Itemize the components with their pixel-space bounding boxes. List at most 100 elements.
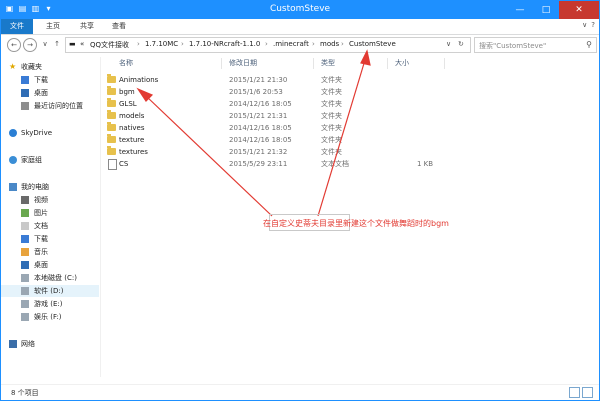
- column-divider[interactable]: [221, 58, 222, 69]
- chevron-right-icon[interactable]: ›: [341, 40, 344, 48]
- title-bar: ▣ ▤ ▥ ▾ CustomSteve — □ ✕: [1, 1, 599, 19]
- nav-drive-c[interactable]: 本地磁盘 (C:): [1, 272, 99, 284]
- nav-label: 音乐: [34, 248, 48, 256]
- breadcrumb-overflow[interactable]: «: [80, 40, 84, 48]
- nav-network[interactable]: 网络: [1, 338, 99, 350]
- nav-downloads[interactable]: 下载: [1, 74, 99, 86]
- column-header-type[interactable]: 类型: [321, 57, 335, 70]
- breadcrumb[interactable]: 1.7.10-NRcraft-1.1.0: [189, 40, 260, 48]
- file-modified: 2014/12/16 18:05: [229, 124, 292, 132]
- column-header-modified[interactable]: 修改日期: [229, 57, 257, 70]
- tab-home[interactable]: 主页: [39, 19, 67, 34]
- nav-drive-d[interactable]: 软件 (D:): [1, 285, 99, 297]
- up-button[interactable]: ↑: [51, 38, 63, 50]
- address-bar[interactable]: ▬ « QQ文件接收 › 1.7.10MC › 1.7.10-NRcraft-1…: [65, 37, 471, 53]
- downloads-icon: [21, 235, 29, 243]
- file-name: natives: [119, 124, 145, 132]
- documents-icon: [21, 222, 29, 230]
- chevron-right-icon[interactable]: ›: [265, 40, 268, 48]
- pictures-icon: [21, 209, 29, 217]
- nav-pictures[interactable]: 图片: [1, 207, 99, 219]
- nav-recent-places[interactable]: 最近访问的位置: [1, 100, 99, 112]
- nav-label: 最近访问的位置: [34, 102, 83, 110]
- refresh-icon[interactable]: ↻: [458, 40, 464, 48]
- breadcrumb-current[interactable]: CustomSteve: [349, 40, 396, 48]
- chevron-down-icon[interactable]: ∨: [446, 40, 451, 48]
- nav-desktop-pc[interactable]: 桌面: [1, 259, 99, 271]
- nav-music[interactable]: 音乐: [1, 246, 99, 258]
- network-icon: [9, 340, 17, 348]
- file-modified: 2015/1/21 21:31: [229, 112, 288, 120]
- forward-button[interactable]: →: [23, 38, 37, 52]
- nav-label: 网络: [21, 340, 35, 348]
- nav-drive-e[interactable]: 游戏 (E:): [1, 298, 99, 310]
- file-name: texture: [119, 136, 145, 144]
- window-controls: — □ ✕: [507, 1, 599, 19]
- nav-videos[interactable]: 视频: [1, 194, 99, 206]
- search-icon[interactable]: ⚲: [586, 40, 592, 49]
- search-input[interactable]: 搜索"CustomSteve": [479, 41, 546, 51]
- tab-view[interactable]: 查看: [105, 19, 133, 34]
- file-name: models: [119, 112, 145, 120]
- recent-places-icon: [21, 102, 29, 110]
- folder-icon: [107, 74, 116, 83]
- chevron-right-icon[interactable]: ›: [312, 40, 315, 48]
- help-icon[interactable]: ?: [591, 21, 595, 29]
- star-icon: ★: [9, 62, 17, 71]
- folder-icon: [107, 134, 116, 143]
- file-row[interactable]: textures 2015/1/21 21:32 文件夹: [101, 146, 597, 158]
- maximize-button[interactable]: □: [533, 1, 559, 19]
- minimize-button[interactable]: —: [507, 1, 533, 19]
- file-row[interactable]: natives 2014/12/16 18:05 文件夹: [101, 122, 597, 134]
- file-row[interactable]: models 2015/1/21 21:31 文件夹: [101, 110, 597, 122]
- breadcrumb[interactable]: mods: [320, 40, 339, 48]
- nav-label: 视频: [34, 196, 48, 204]
- nav-skydrive[interactable]: SkyDrive: [1, 127, 99, 139]
- file-type: 文件夹: [321, 124, 342, 132]
- large-icons-view-icon[interactable]: [582, 387, 593, 398]
- back-button[interactable]: ←: [7, 38, 21, 52]
- column-divider[interactable]: [444, 58, 445, 69]
- chevron-right-icon[interactable]: ›: [137, 40, 140, 48]
- nav-desktop[interactable]: 桌面: [1, 87, 99, 99]
- tab-share[interactable]: 共享: [73, 19, 101, 34]
- nav-homegroup[interactable]: 家庭组: [1, 154, 99, 166]
- column-divider[interactable]: [387, 58, 388, 69]
- chevron-right-icon[interactable]: ›: [181, 40, 184, 48]
- tab-file[interactable]: 文件: [1, 19, 33, 34]
- nav-favorites[interactable]: ★ 收藏夹: [1, 61, 99, 73]
- file-row[interactable]: GLSL 2014/12/16 18:05 文件夹: [101, 98, 597, 110]
- file-name: GLSL: [119, 100, 137, 108]
- breadcrumb[interactable]: 1.7.10MC: [145, 40, 178, 48]
- nav-downloads-pc[interactable]: 下载: [1, 233, 99, 245]
- status-bar: 8 个项目: [1, 384, 599, 401]
- videos-icon: [21, 196, 29, 204]
- chevron-down-icon[interactable]: ∨: [582, 21, 587, 29]
- navigation-bar: ← → ∨ ↑ ▬ « QQ文件接收 › 1.7.10MC › 1.7.10-N…: [1, 35, 599, 55]
- file-row[interactable]: bgm 2015/1/6 20:53 文件夹: [101, 86, 597, 98]
- nav-drive-f[interactable]: 娱乐 (F:): [1, 311, 99, 323]
- file-size: 1 KB: [417, 160, 434, 168]
- file-row[interactable]: CS 2015/5/29 23:11 文本文档 1 KB: [101, 158, 597, 170]
- file-type: 文件夹: [321, 76, 342, 84]
- file-modified: 2014/12/16 18:05: [229, 100, 292, 108]
- nav-documents[interactable]: 文档: [1, 220, 99, 232]
- column-divider[interactable]: [313, 58, 314, 69]
- nav-label: 我的电脑: [21, 183, 49, 191]
- file-row[interactable]: Animations 2015/1/21 21:30 文件夹: [101, 74, 597, 86]
- file-row[interactable]: texture 2014/12/16 18:05 文件夹: [101, 134, 597, 146]
- nav-label: 下载: [34, 76, 48, 84]
- text-file-icon: [108, 159, 117, 170]
- desktop-icon: [21, 261, 29, 269]
- recent-locations-button[interactable]: ∨: [39, 38, 51, 50]
- details-view-icon[interactable]: [569, 387, 580, 398]
- column-header-name[interactable]: 名称: [119, 57, 133, 70]
- nav-this-pc[interactable]: 我的电脑: [1, 181, 99, 193]
- drive-icon: [21, 287, 29, 295]
- breadcrumb[interactable]: QQ文件接收: [90, 40, 129, 50]
- breadcrumb[interactable]: .minecraft: [273, 40, 309, 48]
- column-header-size[interactable]: 大小: [395, 57, 409, 70]
- nav-label: 图片: [34, 209, 48, 217]
- search-box[interactable]: 搜索"CustomSteve" ⚲: [474, 37, 597, 53]
- close-button[interactable]: ✕: [559, 1, 599, 19]
